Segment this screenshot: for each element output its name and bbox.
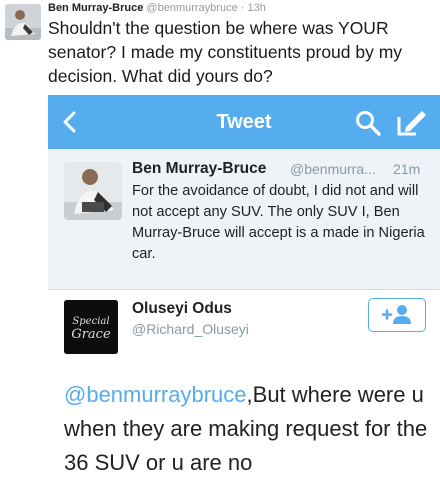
quoted-tweet-text: For the avoidance of doubt, I did not an… [132, 183, 425, 262]
quoted-tweet-avatar[interactable] [64, 162, 122, 220]
main-tweet: Special Grace Oluseyi Odus @Richard_Olus… [48, 290, 440, 484]
outer-avatar[interactable] [5, 4, 41, 40]
mention-link[interactable]: @benmurraybruce [64, 382, 247, 407]
outer-tweet-header: Ben Murray-Bruce @benmurraybruce · 13h [48, 2, 266, 14]
main-tweet-name[interactable]: Oluseyi Odus [132, 300, 232, 318]
main-tweet-avatar[interactable]: Special Grace [64, 300, 118, 354]
nav-bar: Tweet [48, 95, 440, 149]
quoted-tweet[interactable]: Ben Murray-Bruce @benmurra... 21m For th… [48, 149, 440, 290]
outer-tweet-text: Shouldn't the question be where was YOUR… [48, 18, 403, 86]
outer-tweet-time[interactable]: 13h [247, 2, 265, 14]
follow-button[interactable] [368, 298, 426, 332]
svg-text:Special: Special [72, 316, 109, 327]
outer-tweet-name[interactable]: Ben Murray-Bruce [48, 2, 143, 14]
outer-tweet-handle[interactable]: @benmurraybruce [146, 2, 237, 14]
outer-tweet: Ben Murray-Bruce @benmurraybruce · 13h S… [0, 0, 440, 92]
embedded-screenshot: Tweet Ben Murray-Bruce @benmurra... 21m … [48, 95, 440, 484]
quoted-tweet-name[interactable]: Ben Murray-Bruce [132, 160, 266, 178]
outer-tweet-separator: · [240, 2, 245, 14]
search-icon[interactable] [354, 109, 382, 137]
main-tweet-text: @benmurraybruce,But where were u when th… [64, 378, 434, 480]
add-user-icon [381, 305, 411, 324]
main-tweet-handle[interactable]: @Richard_Oluseyi [132, 321, 249, 337]
quoted-tweet-time: 21m [393, 161, 421, 177]
compose-icon[interactable] [396, 107, 428, 137]
svg-text:Grace: Grace [71, 327, 111, 342]
quoted-tweet-handle[interactable]: @benmurra... [290, 161, 376, 177]
